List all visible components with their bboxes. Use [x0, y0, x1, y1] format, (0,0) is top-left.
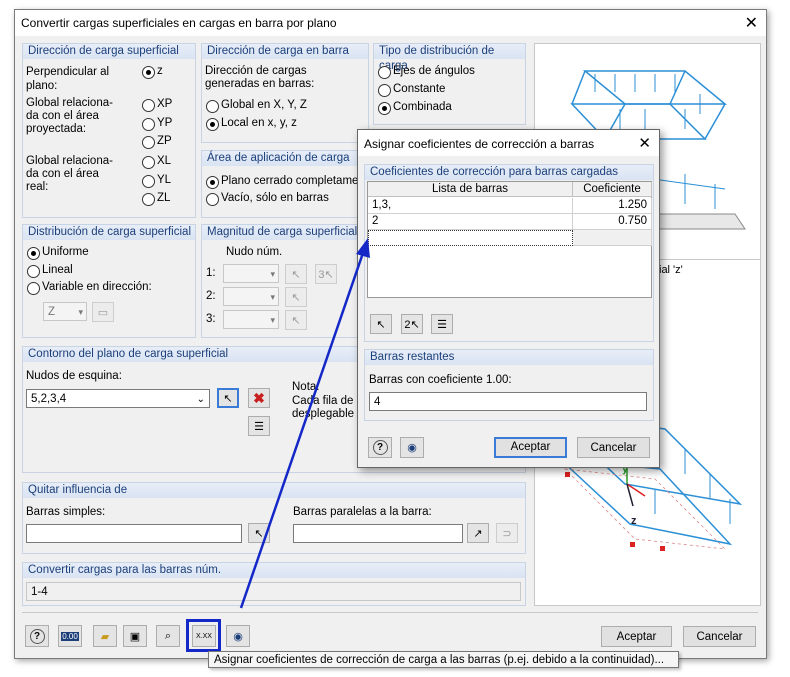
annotation-arrow	[239, 238, 370, 609]
tooltip: Asignar coeficientes de corrección de ca…	[208, 651, 679, 668]
